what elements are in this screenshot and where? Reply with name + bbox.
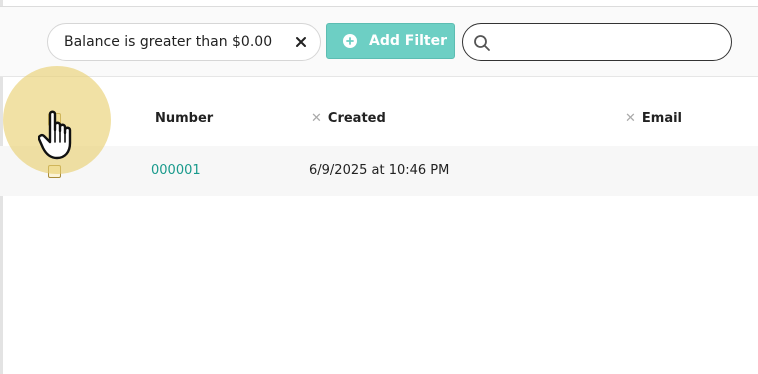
hand-pointer-icon <box>37 108 80 162</box>
search-icon <box>473 34 491 52</box>
add-filter-label: Add Filter <box>369 33 448 49</box>
plus-circle-icon <box>343 34 357 48</box>
search-field[interactable] <box>462 23 732 61</box>
remove-column-icon[interactable]: ✕ <box>311 111 322 126</box>
add-filter-button[interactable]: Add Filter <box>326 23 455 59</box>
column-header-label: Email <box>641 111 683 126</box>
table-row[interactable]: 000001 6/9/2025 at 10:46 PM <box>0 146 758 196</box>
column-header-email[interactable]: ✕ Email <box>625 111 682 126</box>
filter-chip[interactable]: Balance is greater than $0.00 <box>47 23 321 61</box>
close-icon[interactable] <box>292 33 310 51</box>
row-created-date: 6/9/2025 at 10:46 PM <box>309 163 450 178</box>
filter-toolbar: Balance is greater than $0.00 Add Filter <box>0 7 758 77</box>
search-input[interactable] <box>499 28 723 56</box>
filter-chip-label: Balance is greater than $0.00 <box>64 34 273 50</box>
column-header-label: Created <box>327 111 386 126</box>
column-header-created[interactable]: ✕ Created <box>311 111 386 126</box>
column-header-label: Number <box>155 111 214 126</box>
column-header-number[interactable]: Number <box>155 111 213 126</box>
remove-column-icon[interactable]: ✕ <box>625 111 636 126</box>
row-number-link[interactable]: 000001 <box>151 163 201 178</box>
table-header: Number ✕ Created ✕ Email <box>0 93 758 145</box>
